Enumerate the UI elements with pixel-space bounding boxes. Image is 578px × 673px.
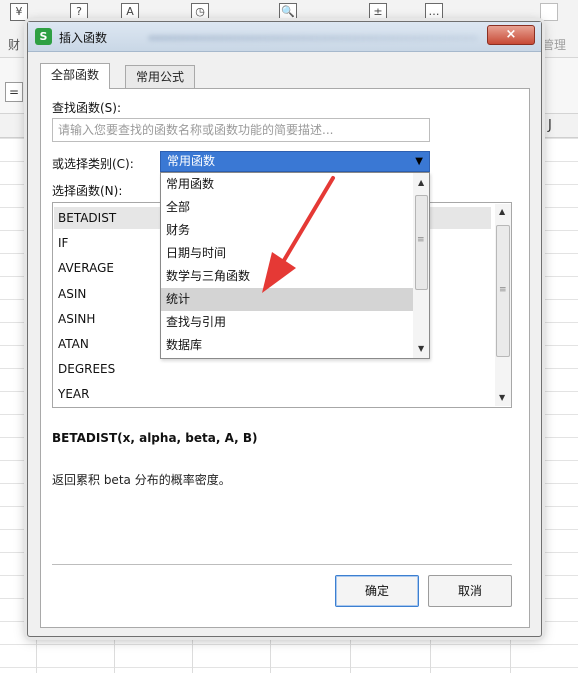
grid-line bbox=[430, 640, 431, 673]
category-option[interactable]: 数学与三角函数 bbox=[161, 265, 413, 288]
category-option-highlighted[interactable]: 统计 bbox=[161, 288, 413, 311]
divider bbox=[52, 564, 512, 565]
category-option[interactable]: 财务 bbox=[161, 219, 413, 242]
category-option[interactable]: 日期与时间 bbox=[161, 242, 413, 265]
category-select[interactable]: 常用函数 ▼ bbox=[160, 151, 430, 172]
category-selected-value: 常用函数 bbox=[167, 154, 216, 168]
function-item[interactable]: ASINH bbox=[58, 312, 95, 326]
dropdown-scroll-down-icon[interactable]: ▼ bbox=[418, 344, 424, 353]
titlebar-blur bbox=[148, 35, 478, 41]
category-option[interactable]: 全部 bbox=[161, 196, 413, 219]
chevron-down-icon[interactable]: ▼ bbox=[415, 152, 423, 171]
category-option[interactable]: 数据库 bbox=[161, 334, 413, 357]
currency-icon[interactable]: ¥ bbox=[10, 3, 28, 21]
column-header-j[interactable]: J bbox=[548, 118, 552, 133]
name-manager-icon[interactable] bbox=[540, 3, 558, 21]
cancel-button[interactable]: 取消 bbox=[428, 575, 512, 607]
category-label: 或选择类别(C): bbox=[52, 157, 134, 171]
more-icon[interactable]: … bbox=[425, 3, 443, 21]
lookup-icon[interactable]: 🔍 bbox=[279, 3, 297, 21]
close-button[interactable]: × bbox=[487, 25, 535, 45]
search-label: 查找函数(S): bbox=[52, 101, 122, 115]
function-item[interactable]: ATAN bbox=[58, 337, 89, 351]
function-item[interactable]: YEAR bbox=[58, 387, 89, 401]
help-icon[interactable]: ? bbox=[70, 3, 88, 21]
ribbon-label-finance[interactable]: 财 bbox=[8, 36, 20, 53]
function-item[interactable]: ASIN bbox=[58, 287, 86, 301]
dropdown-scroll-up-icon[interactable]: ▲ bbox=[418, 178, 424, 187]
grid-line bbox=[350, 640, 351, 673]
tab-all-functions[interactable]: 全部函数 bbox=[40, 63, 111, 89]
function-item[interactable]: BETADIST bbox=[58, 211, 116, 225]
function-item[interactable]: IF bbox=[58, 236, 68, 250]
text-icon[interactable]: A bbox=[121, 3, 139, 21]
scroll-down-icon[interactable]: ▼ bbox=[499, 393, 505, 402]
grid-line bbox=[270, 640, 271, 673]
function-description: 返回累积 beta 分布的概率密度。 bbox=[52, 473, 231, 487]
grid-line bbox=[192, 640, 193, 673]
function-signature: BETADIST(x, alpha, beta, A, B) bbox=[52, 431, 258, 445]
category-dropdown[interactable]: 常用函数 全部 财务 日期与时间 数学与三角函数 统计 查找与引用 数据库 ▲ … bbox=[160, 172, 430, 359]
grid-line bbox=[114, 640, 115, 673]
search-input[interactable] bbox=[52, 118, 430, 142]
tab-common-formulas[interactable]: 常用公式 bbox=[125, 65, 196, 89]
function-label: 选择函数(N): bbox=[52, 184, 123, 198]
function-item[interactable]: DEGREES bbox=[58, 362, 115, 376]
function-item[interactable]: AVERAGE bbox=[58, 261, 114, 275]
grid-line bbox=[510, 640, 511, 673]
category-option[interactable]: 常用函数 bbox=[161, 173, 413, 196]
clock-icon[interactable]: ◷ bbox=[191, 3, 209, 21]
grid-line bbox=[36, 640, 37, 673]
dialog-titlebar[interactable]: S 插入函数 × bbox=[28, 22, 541, 52]
wps-app-icon: S bbox=[35, 28, 52, 45]
category-option[interactable]: 查找与引用 bbox=[161, 311, 413, 334]
dialog-title: 插入函数 bbox=[59, 31, 108, 45]
ribbon-label-manage[interactable]: 管理 bbox=[542, 36, 566, 53]
scroll-up-icon[interactable]: ▲ bbox=[499, 207, 505, 216]
formula-equals-box[interactable]: = bbox=[5, 82, 23, 102]
ok-button[interactable]: 确定 bbox=[335, 575, 419, 607]
grip-icon: ≡ bbox=[499, 285, 507, 295]
dropdown-grip-icon: ≡ bbox=[417, 235, 425, 245]
insert-function-dialog: S 插入函数 × 全部函数 常用公式 查找函数(S): 或选择类别(C): 常用… bbox=[27, 21, 542, 637]
math-icon[interactable]: ± bbox=[369, 3, 387, 21]
